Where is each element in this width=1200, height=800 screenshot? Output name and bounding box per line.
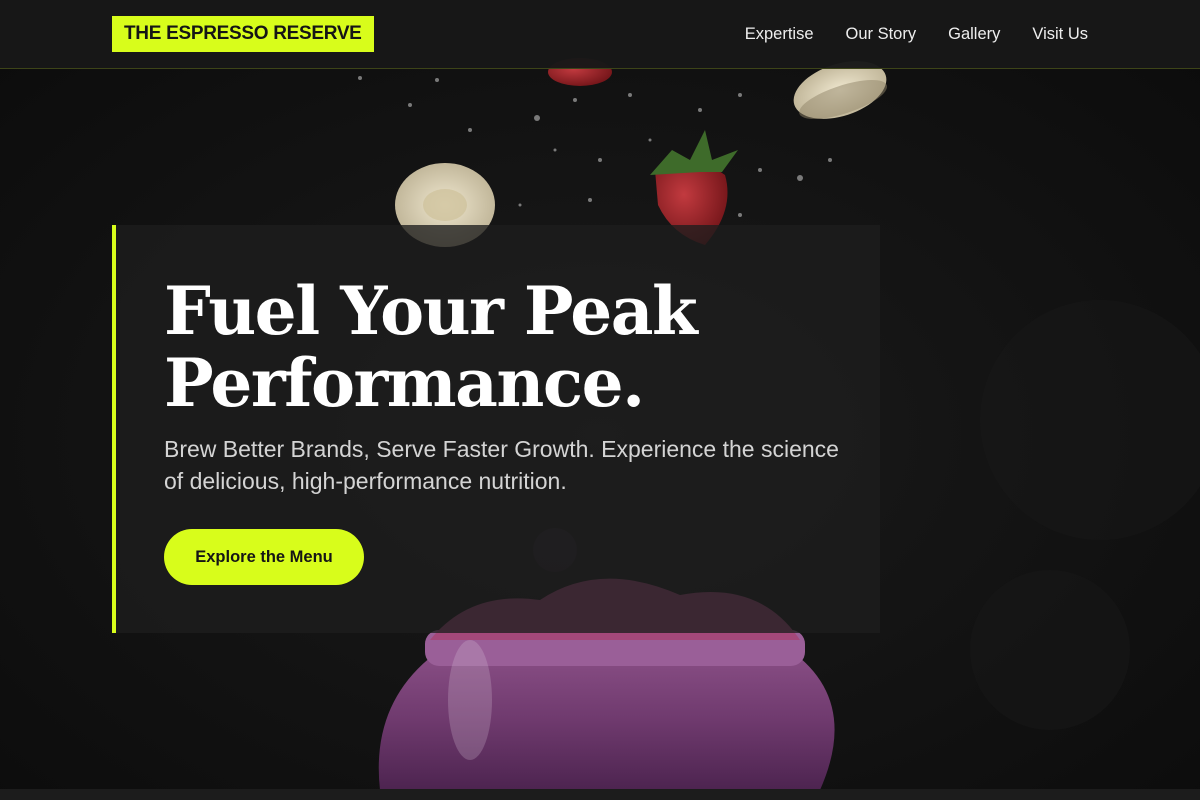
nav-link-gallery[interactable]: Gallery <box>948 25 1000 44</box>
bottom-strip <box>0 789 1200 800</box>
hero-card: Fuel Your Peak Performance. Brew Better … <box>112 225 880 633</box>
explore-menu-button[interactable]: Explore the Menu <box>164 529 364 585</box>
main-nav: Expertise Our Story Gallery Visit Us <box>745 0 1088 68</box>
hero-subtitle: Brew Better Brands, Serve Faster Growth.… <box>164 436 839 494</box>
hero-title: Fuel Your Peak Performance. <box>164 272 698 422</box>
site-header: THE ESPRESSO RESERVE Expertise Our Story… <box>0 0 1200 69</box>
nav-link-our-story[interactable]: Our Story <box>846 25 917 44</box>
brand-logo[interactable]: THE ESPRESSO RESERVE <box>112 16 374 52</box>
nav-link-visit-us[interactable]: Visit Us <box>1032 25 1088 44</box>
nav-link-expertise[interactable]: Expertise <box>745 25 814 44</box>
